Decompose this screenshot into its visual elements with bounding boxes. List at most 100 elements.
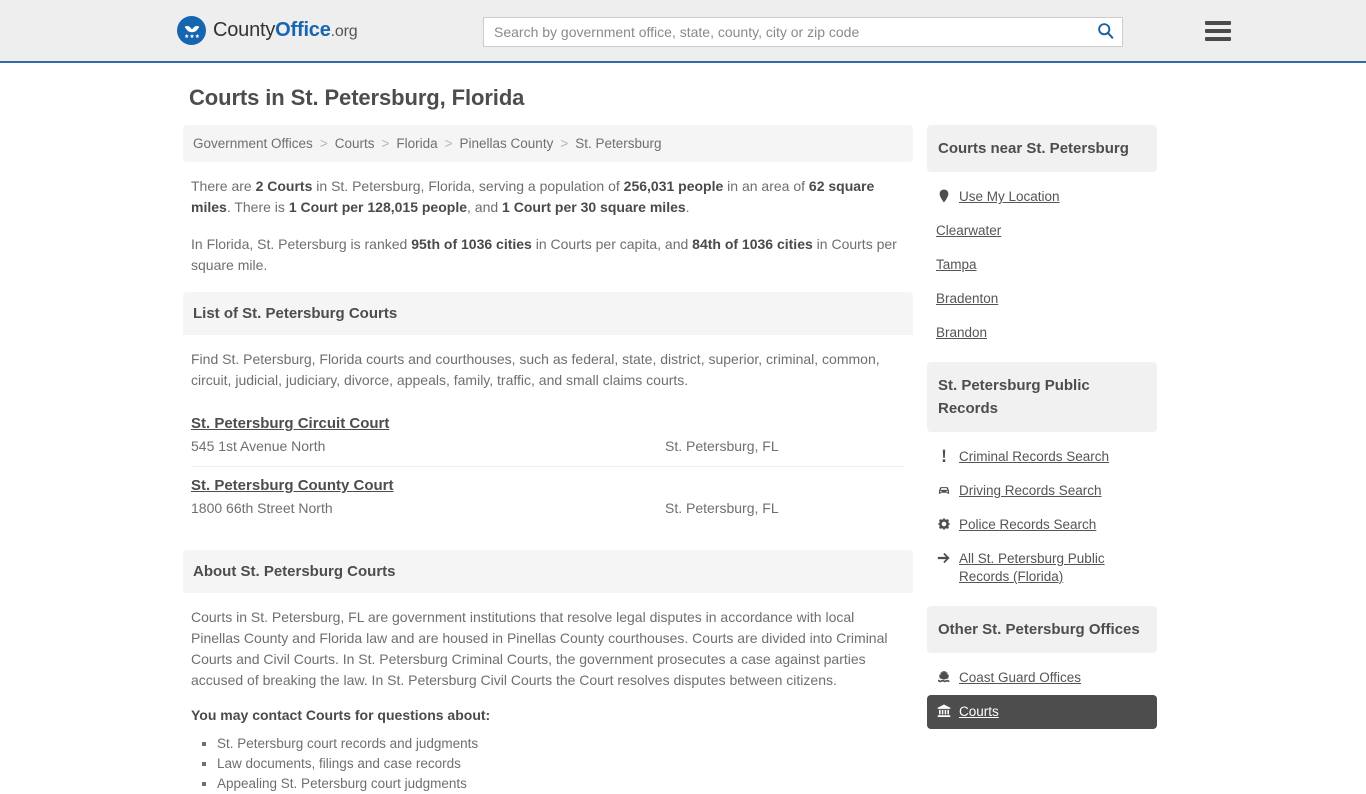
public-record-driving-records-search[interactable]: Driving Records Search [927, 474, 1157, 508]
public-record-link[interactable]: Police Records Search [959, 516, 1096, 534]
other-office-link[interactable]: Coast Guard Offices [959, 669, 1081, 687]
court-name-link[interactable]: St. Petersburg Circuit Court [191, 415, 389, 432]
nearby-court-link[interactable]: Tampa [936, 256, 977, 274]
nearby-court-link[interactable]: Bradenton [936, 290, 998, 308]
menu-bar-3 [1205, 37, 1231, 41]
breadcrumb-item-1[interactable]: Government Offices [193, 136, 313, 151]
contact-topic-item: Appealing St. Petersburg court judgments [217, 774, 905, 794]
site-logo-text: CountyOffice.org [213, 19, 358, 42]
statistics-section: There are 2 Courts in St. Petersburg, Fl… [183, 162, 913, 276]
breadcrumb: Government Offices > Courts > Florida > Pinell… [183, 125, 913, 162]
public-record-police-records-search[interactable]: Police Records Search [927, 508, 1157, 542]
about-body-text: Courts in St. Petersburg, FL are governm… [191, 609, 888, 688]
about-body-wrap: Courts in St. Petersburg, FL are governm… [183, 593, 913, 794]
public-record-link[interactable]: Driving Records Search [959, 482, 1102, 500]
public-records-list: Criminal Records Search Driving Records S… [927, 432, 1157, 600]
nearby-courts-list: Use My Location Clearwater Tampa Bradenton B… [927, 172, 1157, 356]
map-pin-icon [936, 188, 951, 203]
stat-value: 1 Court per 128,015 people [288, 199, 467, 215]
police-badge-icon [936, 516, 951, 531]
public-record-all-st-petersburg-public-records-florida[interactable]: All St. Petersburg Public Records (Flori… [927, 542, 1157, 594]
court-detail-row: 545 1st Avenue North St. Petersburg, FL [191, 438, 905, 454]
page-title: Courts in St. Petersburg, Florida [189, 85, 525, 110]
other-offices-panel: Other St. Petersburg Offices Coast Guard… [927, 606, 1157, 735]
other-office-courts[interactable]: Courts [927, 695, 1157, 729]
main-content: Government Offices > Courts > Florida > Pinell… [183, 125, 913, 794]
breadcrumb-separator: > [381, 136, 390, 151]
nearby-courts-heading: Courts near St. Petersburg [927, 125, 1157, 172]
courts-list: St. Petersburg Circuit Court 545 1st Aven… [183, 405, 913, 528]
public-record-criminal-records-search[interactable]: Criminal Records Search [927, 440, 1157, 474]
public-record-link[interactable]: Criminal Records Search [959, 448, 1109, 466]
breadcrumb-item-3[interactable]: Florida [396, 136, 437, 151]
court-address: 545 1st Avenue North [191, 438, 326, 454]
nearby-court-clearwater[interactable]: Clearwater [927, 214, 1157, 248]
about-panel: About St. Petersburg Courts Courts in St… [183, 550, 913, 794]
about-heading: About St. Petersburg Courts [183, 550, 913, 593]
stat-value: 84th of 1036 cities [692, 236, 813, 252]
nearby-court-use-my-location[interactable]: Use My Location [927, 180, 1157, 214]
statistics-paragraph-1: There are 2 Courts in St. Petersburg, Fl… [191, 178, 875, 215]
court-name-link[interactable]: St. Petersburg County Court [191, 477, 394, 494]
other-offices-heading: Other St. Petersburg Offices [927, 606, 1157, 653]
site-logo[interactable]: CountyOffice.org [177, 16, 358, 45]
other-office-coast-guard-offices[interactable]: Coast Guard Offices [927, 661, 1157, 695]
exclamation-icon [936, 448, 951, 463]
nearby-court-link[interactable]: Use My Location [959, 188, 1060, 206]
other-office-link[interactable]: Courts [959, 703, 999, 721]
nearby-court-tampa[interactable]: Tampa [927, 248, 1157, 282]
court-address: 1800 66th Street North [191, 500, 333, 516]
stat-value: 1 Court per 30 square miles [502, 199, 686, 215]
nearby-court-link[interactable]: Clearwater [936, 222, 1001, 240]
public-record-link[interactable]: All St. Petersburg Public Records (Flori… [959, 550, 1148, 586]
page-container: Courts in St. Petersburg, Florida Govern… [183, 63, 1183, 794]
courts-list-description: Find St. Petersburg, Florida courts and … [191, 351, 880, 388]
search-icon [1097, 22, 1114, 42]
contact-topic-item: St. Petersburg court records and judgmen… [217, 734, 905, 754]
search-bar[interactable] [483, 17, 1123, 47]
court-list-item: St. Petersburg County Court 1800 66th Str… [191, 467, 905, 528]
courts-list-panel: List of St. Petersburg Courts Find St. P… [183, 292, 913, 528]
contact-topic-item: Law documents, filings and case records [217, 754, 905, 774]
car-icon [936, 482, 951, 497]
arrow-right-icon [936, 550, 951, 565]
court-detail-row: 1800 66th Street North St. Petersburg, FL [191, 500, 905, 516]
brand-part-1: County [213, 19, 276, 41]
brand-part-2: Office [275, 19, 331, 41]
stat-value: 95th of 1036 cities [411, 236, 532, 252]
court-list-item: St. Petersburg Circuit Court 545 1st Aven… [191, 405, 905, 467]
sidebar: Courts near St. Petersburg Use My Locati… [927, 125, 1157, 741]
stat-value: 2 Courts [255, 178, 313, 194]
site-header: CountyOffice.org [0, 0, 1366, 63]
search-button[interactable] [1088, 18, 1122, 46]
search-input[interactable] [484, 18, 1088, 46]
brand-tld: .org [330, 23, 358, 40]
contact-topics-list: St. Petersburg court records and judgmen… [191, 734, 905, 794]
breadcrumb-separator: > [444, 136, 453, 151]
courthouse-icon [936, 703, 951, 718]
hamburger-menu-icon[interactable] [1205, 18, 1231, 44]
statistics-paragraph-2: In Florida, St. Petersburg is ranked 95t… [191, 236, 897, 273]
public-records-heading: St. Petersburg Public Records [927, 362, 1157, 432]
eagle-crest-icon [177, 16, 206, 45]
ship-icon [936, 669, 951, 684]
breadcrumb-item-4[interactable]: Pinellas County [460, 136, 554, 151]
breadcrumb-item-2[interactable]: Courts [335, 136, 375, 151]
menu-bar-1 [1205, 21, 1231, 25]
stat-value: 256,031 people [623, 178, 724, 194]
breadcrumb-separator: > [560, 136, 569, 151]
breadcrumb-item-5[interactable]: St. Petersburg [575, 136, 661, 151]
breadcrumb-separator: > [319, 136, 328, 151]
court-city-state: St. Petersburg, FL [665, 500, 779, 516]
public-records-panel: St. Petersburg Public Records Criminal R… [927, 362, 1157, 600]
courts-list-heading: List of St. Petersburg Courts [183, 292, 913, 335]
court-city-state: St. Petersburg, FL [665, 438, 779, 454]
menu-bar-2 [1205, 29, 1231, 33]
contact-lead-text: You may contact Courts for questions abo… [191, 707, 491, 723]
nearby-court-brandon[interactable]: Brandon [927, 316, 1157, 350]
nearby-courts-panel: Courts near St. Petersburg Use My Locati… [927, 125, 1157, 356]
other-offices-list: Coast Guard Offices Courts [927, 653, 1157, 735]
courts-list-description-wrap: Find St. Petersburg, Florida courts and … [183, 335, 913, 391]
nearby-court-link[interactable]: Brandon [936, 324, 987, 342]
nearby-court-bradenton[interactable]: Bradenton [927, 282, 1157, 316]
